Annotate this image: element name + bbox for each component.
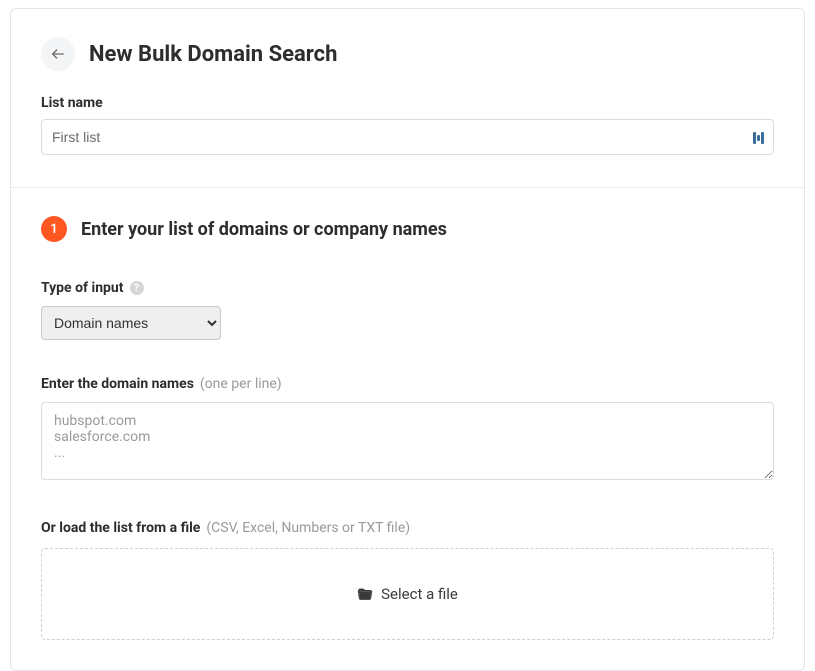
domains-label: Enter the domain names <box>41 376 194 392</box>
header-section: New Bulk Domain Search List name <box>11 9 804 187</box>
folder-open-icon <box>357 586 373 602</box>
file-label-row: Or load the list from a file (CSV, Excel… <box>41 520 410 536</box>
domains-hint: (one per line) <box>200 376 282 392</box>
header-row: New Bulk Domain Search <box>41 37 774 71</box>
list-name-input[interactable] <box>41 119 774 155</box>
file-button-label: Select a file <box>381 585 458 603</box>
domains-textarea[interactable] <box>41 402 774 480</box>
list-name-input-wrap <box>41 119 774 155</box>
type-select-wrap: Domain names <box>41 306 774 340</box>
page-title: New Bulk Domain Search <box>89 42 337 67</box>
back-button[interactable] <box>41 37 75 71</box>
list-name-block: List name <box>41 95 774 155</box>
password-manager-icon[interactable] <box>753 130 764 144</box>
domains-label-row: Enter the domain names (one per line) <box>41 376 282 392</box>
type-label-row: Type of input ? <box>41 280 144 296</box>
list-name-label: List name <box>41 95 774 111</box>
file-dropzone[interactable]: Select a file <box>41 548 774 640</box>
step-title: Enter your list of domains or company na… <box>81 219 447 240</box>
step-header: 1 Enter your list of domains or company … <box>41 216 774 242</box>
help-icon[interactable]: ? <box>130 281 144 295</box>
main-card: New Bulk Domain Search List name 1 Enter… <box>10 8 805 671</box>
step-badge: 1 <box>41 216 67 242</box>
file-block: Or load the list from a file (CSV, Excel… <box>41 520 774 640</box>
file-hint: (CSV, Excel, Numbers or TXT file) <box>206 520 410 536</box>
file-label: Or load the list from a file <box>41 520 200 536</box>
arrow-left-icon <box>50 46 66 62</box>
type-label: Type of input <box>41 280 124 296</box>
type-select[interactable]: Domain names <box>41 306 221 340</box>
domains-block: Enter the domain names (one per line) <box>41 376 774 484</box>
type-block: Type of input ? Domain names <box>41 280 774 340</box>
step-section: 1 Enter your list of domains or company … <box>11 188 804 670</box>
